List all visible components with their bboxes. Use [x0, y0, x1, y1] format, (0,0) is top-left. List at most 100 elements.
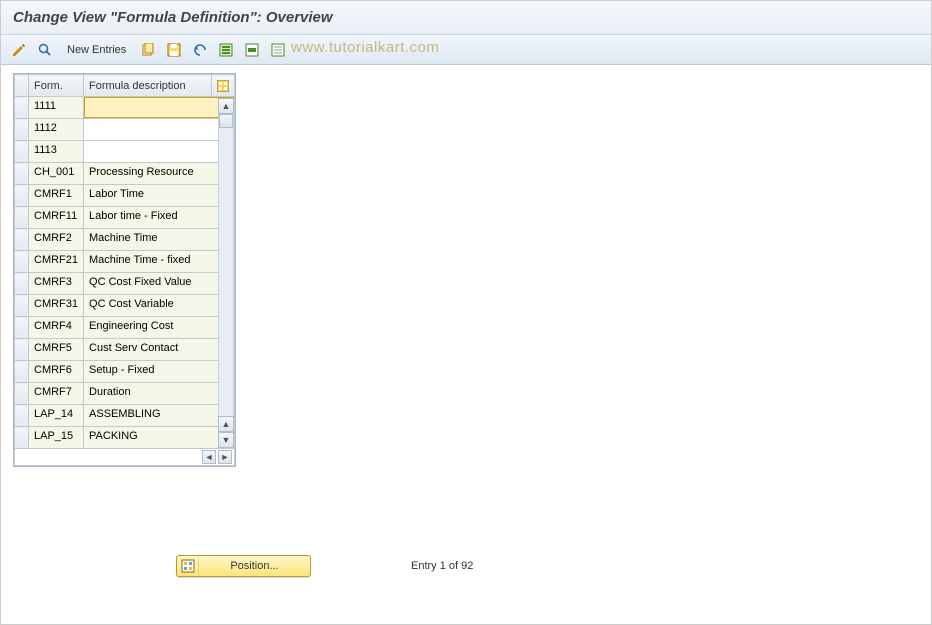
toggle-edit-icon[interactable]	[9, 40, 29, 60]
description-value	[84, 97, 234, 118]
position-icon	[177, 556, 199, 576]
description-cell[interactable]	[84, 97, 235, 119]
form-value: CMRF2	[29, 229, 83, 250]
form-cell[interactable]: CMRF5	[29, 339, 84, 361]
description-cell[interactable]	[84, 141, 235, 163]
form-cell[interactable]: 1112	[29, 119, 84, 141]
copy-icon[interactable]	[138, 40, 158, 60]
new-entries-button[interactable]: New Entries	[63, 42, 130, 58]
form-value: LAP_14	[29, 405, 83, 426]
row-selector[interactable]	[15, 207, 29, 229]
select-block-icon[interactable]	[242, 40, 262, 60]
row-selector[interactable]	[15, 163, 29, 185]
form-value: 1111	[29, 97, 83, 118]
row-selector[interactable]	[15, 251, 29, 273]
column-row-selector[interactable]	[15, 75, 29, 97]
description-cell[interactable]: Machine Time	[84, 229, 235, 251]
scroll-down-button[interactable]: ▼	[218, 432, 234, 448]
form-value: 1113	[29, 141, 83, 162]
scroll-bottom-up-button[interactable]: ▲	[218, 416, 234, 432]
description-cell[interactable]: Processing Resource	[84, 163, 235, 185]
table-row: 1111	[15, 97, 235, 119]
description-value: Setup - Fixed	[84, 361, 234, 382]
row-selector[interactable]	[15, 317, 29, 339]
table-row: CMRF1Labor Time	[15, 185, 235, 207]
description-value	[84, 119, 234, 140]
description-cell[interactable]: Setup - Fixed	[84, 361, 235, 383]
row-selector[interactable]	[15, 427, 29, 449]
form-cell[interactable]: CMRF3	[29, 273, 84, 295]
deselect-all-icon[interactable]	[268, 40, 288, 60]
row-selector[interactable]	[15, 339, 29, 361]
scroll-thumb[interactable]	[219, 114, 233, 128]
form-cell[interactable]: CMRF21	[29, 251, 84, 273]
column-header-form[interactable]: Form.	[29, 75, 84, 97]
row-selector[interactable]	[15, 295, 29, 317]
description-value	[84, 141, 234, 162]
row-selector[interactable]	[15, 361, 29, 383]
select-all-icon[interactable]	[216, 40, 236, 60]
description-cell[interactable]: ASSEMBLING	[84, 405, 235, 427]
form-cell[interactable]: LAP_14	[29, 405, 84, 427]
form-cell[interactable]: CMRF7	[29, 383, 84, 405]
scroll-up-button[interactable]: ▲	[218, 98, 234, 114]
form-cell[interactable]: CMRF6	[29, 361, 84, 383]
row-selector[interactable]	[15, 273, 29, 295]
horizontal-scrollbar[interactable]: ◄ ►	[15, 449, 234, 465]
form-value: CMRF11	[29, 207, 83, 228]
scroll-left-button[interactable]: ◄	[202, 450, 216, 464]
form-cell[interactable]: 1113	[29, 141, 84, 163]
description-cell[interactable]: QC Cost Variable	[84, 295, 235, 317]
form-cell[interactable]: 1111	[29, 97, 84, 119]
scroll-track[interactable]	[218, 114, 234, 416]
table-settings-icon[interactable]	[217, 78, 229, 93]
description-value: Machine Time	[84, 229, 234, 250]
row-selector[interactable]	[15, 141, 29, 163]
table-row: CH_001Processing Resource	[15, 163, 235, 185]
title-bar: Change View "Formula Definition": Overvi…	[1, 1, 931, 35]
position-button-label: Position...	[199, 560, 310, 572]
form-cell[interactable]: CMRF11	[29, 207, 84, 229]
description-cell[interactable]: PACKING	[84, 427, 235, 449]
entry-counter-text: Entry 1 of 92	[411, 560, 473, 572]
save-icon[interactable]	[164, 40, 184, 60]
table-row: CMRF4Engineering Cost	[15, 317, 235, 339]
form-cell[interactable]: CMRF1	[29, 185, 84, 207]
form-value: CMRF6	[29, 361, 83, 382]
description-cell[interactable]: Duration	[84, 383, 235, 405]
description-cell[interactable]	[84, 119, 235, 141]
position-button[interactable]: Position...	[176, 555, 311, 577]
table-row: CMRF2Machine Time	[15, 229, 235, 251]
form-cell[interactable]: CMRF2	[29, 229, 84, 251]
table-row: CMRF11Labor time - Fixed	[15, 207, 235, 229]
description-cell[interactable]: Labor time - Fixed	[84, 207, 235, 229]
form-value: CMRF5	[29, 339, 83, 360]
form-cell[interactable]: LAP_15	[29, 427, 84, 449]
description-cell[interactable]: Cust Serv Contact	[84, 339, 235, 361]
description-cell[interactable]: Engineering Cost	[84, 317, 235, 339]
column-header-description[interactable]: Formula description	[84, 75, 212, 97]
table-row: LAP_15PACKING	[15, 427, 235, 449]
form-cell[interactable]: CMRF31	[29, 295, 84, 317]
description-value: Labor time - Fixed	[84, 207, 234, 228]
find-icon[interactable]	[35, 40, 55, 60]
row-selector[interactable]	[15, 383, 29, 405]
table-row: CMRF21Machine Time - fixed	[15, 251, 235, 273]
description-cell[interactable]: Machine Time - fixed	[84, 251, 235, 273]
row-selector[interactable]	[15, 97, 29, 119]
row-selector[interactable]	[15, 229, 29, 251]
undo-icon[interactable]	[190, 40, 210, 60]
description-value: Duration	[84, 383, 234, 404]
column-config-button[interactable]	[212, 75, 235, 97]
row-selector[interactable]	[15, 185, 29, 207]
row-selector[interactable]	[15, 119, 29, 141]
scroll-right-button[interactable]: ►	[218, 450, 232, 464]
form-value: CMRF31	[29, 295, 83, 316]
form-cell[interactable]: CH_001	[29, 163, 84, 185]
row-selector[interactable]	[15, 405, 29, 427]
description-cell[interactable]: Labor Time	[84, 185, 235, 207]
description-value: QC Cost Fixed Value	[84, 273, 234, 294]
form-cell[interactable]: CMRF4	[29, 317, 84, 339]
vertical-scrollbar[interactable]: ▲ ▲ ▼	[218, 98, 234, 448]
description-cell[interactable]: QC Cost Fixed Value	[84, 273, 235, 295]
